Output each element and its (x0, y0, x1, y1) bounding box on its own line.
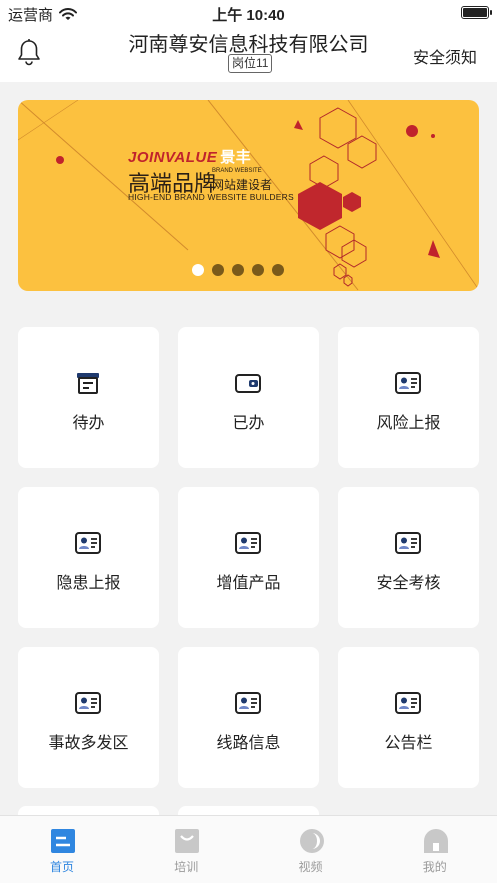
brand-cn: 景丰 (220, 149, 252, 166)
nav-bar: 河南尊安信息科技有限公司 岗位11 安全须知 (0, 26, 497, 82)
clock: 上午 10:40 (212, 7, 285, 24)
tab-home[interactable]: 首页 (0, 816, 124, 883)
grid-tile-label: 安全考核 (376, 575, 441, 592)
id-card-icon (394, 371, 422, 395)
safety-notice-link[interactable]: 安全须知 (413, 44, 477, 68)
training-icon (174, 828, 200, 854)
bottom-tab-bar: 首页 培训 视频 我的 (0, 815, 497, 883)
tab-label: 首页 (49, 860, 74, 874)
grid-tile-label: 公告栏 (384, 735, 433, 752)
grid-tile[interactable]: 线路信息 (178, 647, 319, 788)
grid-tile-label: 已办 (232, 415, 265, 432)
post-badge: 岗位11 (228, 54, 273, 73)
id-card-icon (234, 531, 262, 555)
tab-training[interactable]: 培训 (124, 816, 248, 883)
grid-tile-label: 风险上报 (376, 415, 441, 432)
status-bar: 运营商 上午 10:40 (0, 0, 497, 26)
id-card-icon (74, 691, 102, 715)
banner-subtitle-cn: 网站建设者 (212, 178, 273, 192)
tab-label: 视频 (298, 860, 323, 874)
grid-tile[interactable]: 安全考核 (338, 487, 479, 628)
grid-tile[interactable]: 风险上报 (338, 327, 479, 468)
banner-subtitle-en: HIGH-END BRAND WEBSITE BUILDERS (128, 192, 294, 202)
profile-icon (423, 828, 449, 854)
grid-tile[interactable]: 事故多发区 (18, 647, 159, 788)
battery-icon (461, 6, 492, 19)
grid-tile-label: 事故多发区 (48, 735, 129, 752)
banner-brand: JOINVALUE 景丰 (128, 146, 251, 167)
carousel-dot[interactable] (212, 264, 224, 276)
id-card-icon (74, 531, 102, 555)
tab-label: 培训 (174, 860, 199, 874)
grid-tile-label: 待办 (72, 415, 105, 432)
tab-label: 我的 (422, 860, 447, 874)
carousel-indicator[interactable] (192, 264, 284, 276)
tab-video[interactable]: 视频 (249, 816, 373, 883)
id-card-icon (394, 691, 422, 715)
grid-tile-label: 隐患上报 (56, 575, 121, 592)
archive-icon (74, 371, 102, 395)
carousel-dot[interactable] (272, 264, 284, 276)
grid-tile-label: 增值产品 (216, 575, 281, 592)
carousel-dot[interactable] (252, 264, 264, 276)
wallet-icon (234, 371, 262, 395)
tab-profile[interactable]: 我的 (373, 816, 497, 883)
grid-tile[interactable]: 待办 (18, 327, 159, 468)
grid-tile[interactable]: 隐患上报 (18, 487, 159, 628)
video-icon (299, 828, 325, 854)
grid-tile[interactable]: 已办 (178, 327, 319, 468)
carousel-dot[interactable] (232, 264, 244, 276)
brand-en: JOINVALUE (128, 149, 218, 166)
banner-subtitle-en-top: BRAND WEBSITE (212, 168, 262, 174)
promo-banner[interactable]: JOINVALUE 景丰 高端品牌 BRAND WEBSITE 网站建设者 HIG… (18, 100, 479, 291)
carousel-dot[interactable] (192, 264, 204, 276)
grid-tile[interactable]: 增值产品 (178, 487, 319, 628)
grid-tile-label: 线路信息 (216, 735, 281, 752)
grid-tile[interactable]: 公告栏 (338, 647, 479, 788)
id-card-icon (234, 691, 262, 715)
home-icon (50, 828, 76, 854)
id-card-icon (394, 531, 422, 555)
